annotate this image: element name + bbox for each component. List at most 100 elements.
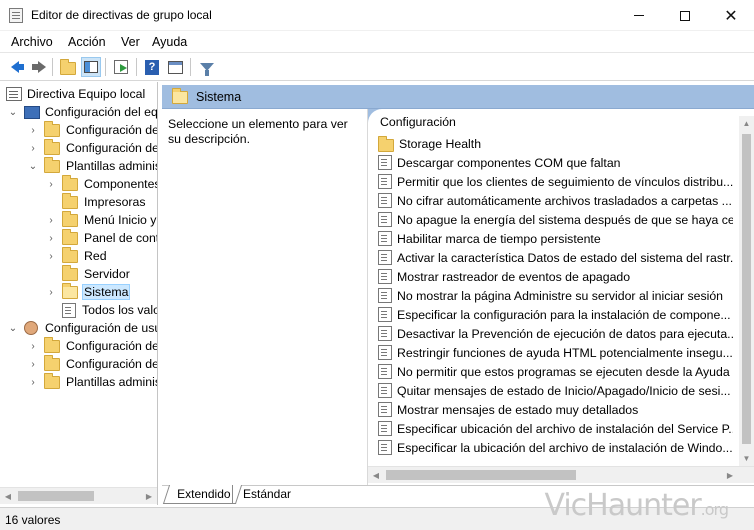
scroll-right-icon[interactable]: ▶ xyxy=(722,467,738,483)
expanded-icon[interactable]: ⌄ xyxy=(8,323,18,334)
list-item[interactable]: Restringir funciones de ayuda HTML poten… xyxy=(378,343,733,362)
tree-node[interactable]: › Menú Inicio y barra de tareas xyxy=(46,210,157,229)
tab-estandar[interactable]: Estándar xyxy=(232,485,299,504)
scroll-down-icon[interactable]: ▼ xyxy=(739,451,754,466)
user-icon xyxy=(24,321,38,335)
folder-icon xyxy=(62,192,78,209)
tree-node[interactable]: Impresoras xyxy=(46,192,147,211)
folder-icon xyxy=(44,354,60,371)
policy-setting-icon xyxy=(378,440,392,455)
menu-ver[interactable]: Ver xyxy=(121,35,140,49)
tree-node[interactable]: › Configuración de software xyxy=(28,336,157,355)
expanded-icon[interactable]: ⌄ xyxy=(28,161,38,172)
list-item[interactable]: No apague la energía del sistema después… xyxy=(378,210,733,229)
properties-button[interactable] xyxy=(165,57,185,77)
policy-setting-icon xyxy=(378,345,392,360)
tree-node[interactable]: › Configuración de Windows xyxy=(28,138,157,157)
collapsed-icon[interactable]: › xyxy=(46,251,56,262)
show-hide-tree-button[interactable] xyxy=(81,57,101,77)
menu-accion[interactable]: Acción xyxy=(68,35,106,49)
minimize-button[interactable] xyxy=(616,0,662,31)
list-item-label: Especificar ubicación del archivo de ins… xyxy=(397,421,733,436)
collapsed-icon[interactable]: › xyxy=(46,179,56,190)
menu-bar: Archivo Acción Ver Ayuda xyxy=(0,31,754,53)
menu-ayuda[interactable]: Ayuda xyxy=(152,35,187,49)
tree-node[interactable]: › Plantillas administrativas xyxy=(28,372,158,391)
list-item[interactable]: Activar la característica Datos de estad… xyxy=(378,248,733,267)
scroll-up-icon[interactable]: ▲ xyxy=(739,116,754,131)
tree-node[interactable]: Servidor xyxy=(46,264,131,283)
tree-node[interactable]: ⌄ Configuración de usuario xyxy=(8,319,157,337)
list-horizontal-scrollbar[interactable]: ◀ ▶ xyxy=(368,466,754,483)
folder-icon xyxy=(62,228,78,245)
scroll-thumb[interactable] xyxy=(742,134,751,444)
list-item-label: Storage Health xyxy=(399,136,482,151)
tree-node[interactable]: › Componentes de Windows xyxy=(46,174,157,193)
list-item[interactable]: Especificar la configuración para la ins… xyxy=(378,305,733,324)
tree-node[interactable]: Directiva Equipo local xyxy=(6,85,146,103)
expanded-icon[interactable]: ⌄ xyxy=(8,107,18,118)
policy-setting-icon xyxy=(378,326,392,341)
tree-node-selected[interactable]: › Sistema xyxy=(46,282,131,301)
help-button[interactable]: ? xyxy=(142,57,162,77)
back-button[interactable] xyxy=(5,57,25,77)
list-item[interactable]: Descargar componentes COM que faltan xyxy=(378,153,733,172)
collapsed-icon[interactable]: › xyxy=(28,143,38,154)
tree-pane[interactable]: Directiva Equipo local ⌄ Configuración de… xyxy=(0,82,158,505)
list-item[interactable]: No cifrar automáticamente archivos trasl… xyxy=(378,191,733,210)
forward-icon xyxy=(32,61,46,73)
up-folder-button[interactable] xyxy=(58,57,78,77)
tree-node[interactable]: › Configuración de software xyxy=(28,120,157,139)
collapsed-icon[interactable]: › xyxy=(46,233,56,244)
tree-node[interactable]: ⌄ Plantillas administrativas xyxy=(28,156,157,175)
tree-node[interactable]: Todos los valores xyxy=(46,301,157,319)
tree-node[interactable]: ⌄ Configuración del equipo xyxy=(8,103,158,121)
close-button[interactable]: ✕ xyxy=(708,0,754,31)
list-item[interactable]: Desactivar la Prevención de ejecución de… xyxy=(378,324,733,343)
scroll-left-icon[interactable]: ◀ xyxy=(368,467,384,483)
collapsed-icon[interactable]: › xyxy=(28,125,38,136)
forward-button[interactable] xyxy=(28,57,48,77)
tree-node[interactable]: › Panel de control xyxy=(46,228,157,247)
menu-archivo[interactable]: Archivo xyxy=(11,35,53,49)
scroll-thumb[interactable] xyxy=(386,470,576,480)
scroll-thumb[interactable] xyxy=(18,491,94,501)
tab-label: Extendido xyxy=(177,487,231,501)
folder-icon xyxy=(44,372,60,389)
settings-list[interactable]: Configuración Storage Health Descargar c… xyxy=(368,109,754,485)
list-item[interactable]: No permitir que estos programas se ejecu… xyxy=(378,362,733,381)
column-header-configuracion[interactable]: Configuración xyxy=(380,115,456,129)
list-item-label: Habilitar marca de tiempo persistente xyxy=(397,231,601,246)
collapsed-icon[interactable]: › xyxy=(28,341,38,352)
scroll-left-icon[interactable]: ◀ xyxy=(0,488,16,504)
list-item[interactable]: Storage Health xyxy=(378,134,733,153)
folder-icon xyxy=(44,336,60,353)
collapsed-icon[interactable]: › xyxy=(46,287,56,298)
tree-node[interactable]: › Red xyxy=(46,246,108,265)
tree-node[interactable]: › Configuración de Windows xyxy=(28,354,157,373)
list-item[interactable]: Mostrar mensajes de estado muy detallado… xyxy=(378,400,733,419)
list-item[interactable]: Quitar mensajes de estado de Inicio/Apag… xyxy=(378,381,733,400)
collapsed-icon[interactable]: › xyxy=(46,215,56,226)
scroll-right-icon[interactable]: ▶ xyxy=(141,488,157,504)
tree-node-label: Configuración del equipo xyxy=(45,105,158,119)
close-icon: ✕ xyxy=(724,7,738,25)
tree-node-label: Plantillas administrativas xyxy=(66,375,158,389)
collapsed-icon[interactable]: › xyxy=(28,377,38,388)
path-label: Sistema xyxy=(196,90,242,104)
tab-extendido[interactable]: Extendido xyxy=(162,485,243,504)
list-item[interactable]: No mostrar la página Administre su servi… xyxy=(378,286,733,305)
list-item[interactable]: Habilitar marca de tiempo persistente xyxy=(378,229,733,248)
list-item[interactable]: Permitir que los clientes de seguimiento… xyxy=(378,172,733,191)
list-item[interactable]: Especificar ubicación del archivo de ins… xyxy=(378,419,733,438)
tree-horizontal-scrollbar[interactable]: ◀ ▶ xyxy=(0,487,157,504)
list-item[interactable]: Especificar la ubicación del archivo de … xyxy=(378,438,733,457)
list-item[interactable]: Mostrar rastreador de eventos de apagado xyxy=(378,267,733,286)
collapsed-icon[interactable]: › xyxy=(28,359,38,370)
maximize-button[interactable] xyxy=(662,0,708,31)
export-list-button[interactable] xyxy=(111,57,131,77)
list-vertical-scrollbar[interactable]: ▲ ▼ xyxy=(739,116,754,466)
policy-setting-icon xyxy=(378,383,392,398)
list-item-label: Mostrar mensajes de estado muy detallado… xyxy=(397,402,639,417)
filter-button[interactable] xyxy=(197,57,217,77)
